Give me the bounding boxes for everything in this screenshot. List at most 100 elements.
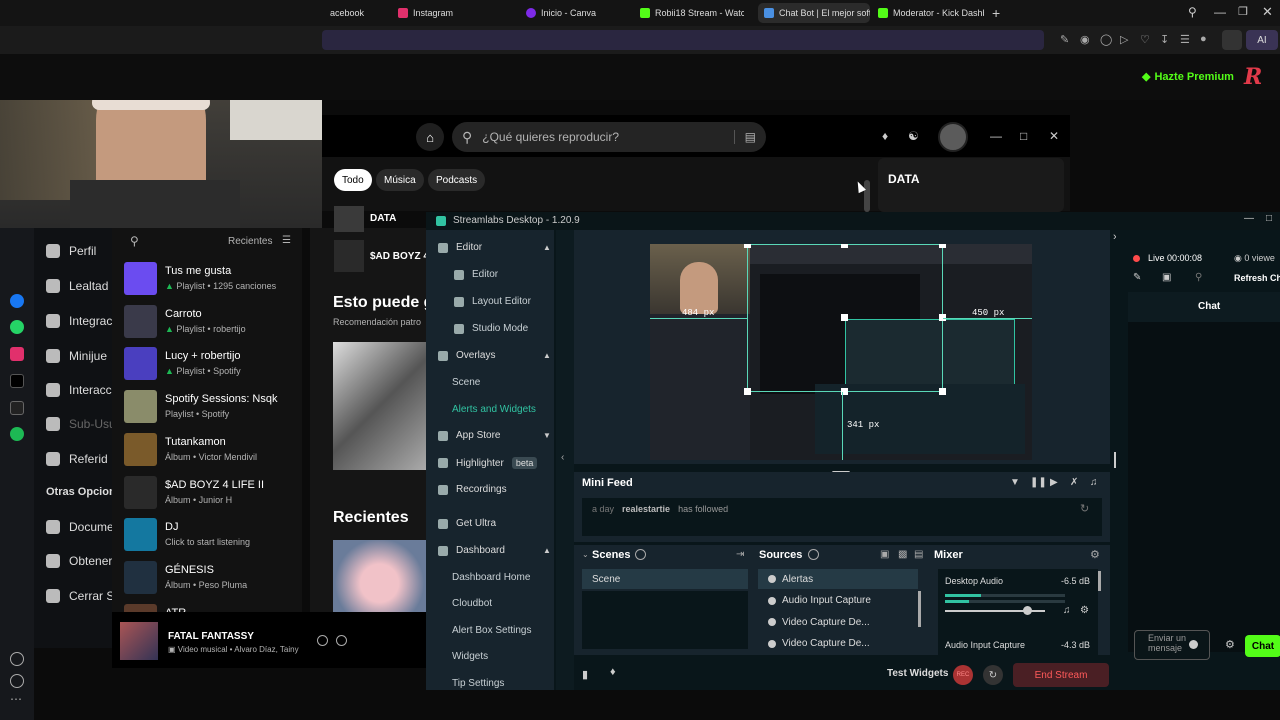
sl-nav-alert-box-settings[interactable]: Alert Box Settings	[452, 625, 531, 636]
folder-icon[interactable]: ▤	[914, 549, 923, 560]
source-item[interactable]: Audio Input Capture	[758, 591, 918, 611]
spotify-icon[interactable]	[10, 427, 24, 441]
edit-stream-icon[interactable]: ✎	[1133, 272, 1141, 283]
tab-moderator[interactable]: Moderator - Kick Dashbo	[872, 3, 984, 23]
resize-handle[interactable]	[939, 388, 946, 395]
extension-icon[interactable]	[1222, 30, 1242, 50]
pause-icon[interactable]: ❚❚	[1030, 477, 1047, 488]
tab-facebook[interactable]: acebook	[324, 3, 390, 23]
bell-icon[interactable]: ♦	[882, 129, 888, 143]
sl-nav-studio-mode[interactable]: Studio Mode	[454, 323, 528, 334]
instagram-icon[interactable]	[10, 347, 24, 361]
tab-chat-bot[interactable]: Chat Bot | El mejor softwa	[758, 3, 870, 23]
sl-nav-overlays[interactable]: Overlays ▲	[438, 350, 551, 361]
browse-icon[interactable]: ▤	[733, 130, 756, 144]
sl-nav-recordings[interactable]: Recordings	[438, 484, 507, 495]
shield-icon[interactable]: ◯	[1100, 33, 1112, 46]
layer-icon[interactable]: ▣	[880, 549, 889, 560]
close-icon[interactable]: ✕	[1049, 129, 1059, 143]
search-icon[interactable]: ⚲	[130, 234, 139, 248]
sl-nav-alerts-and-widgets[interactable]: Alerts and Widgets	[452, 404, 536, 415]
library-item[interactable]: Carroto ▲ Playlist • robertijo	[124, 304, 304, 341]
messenger-icon[interactable]	[10, 294, 24, 308]
kick-nav-item[interactable]: Referid	[46, 452, 108, 466]
group-icon[interactable]: ▩	[898, 549, 907, 560]
library-item[interactable]: Tutankamon Álbum • Victor Mendivil	[124, 432, 304, 469]
maximize-icon[interactable]: □	[1266, 213, 1272, 224]
library-item[interactable]: $AD BOYZ 4 LIFE II Álbum • Junior H	[124, 475, 304, 512]
maximize-icon[interactable]: □	[1020, 129, 1027, 143]
kick-nav-item[interactable]: Cerrar S	[46, 589, 114, 603]
sl-nav-widgets[interactable]: Widgets	[452, 651, 488, 662]
heart-icon[interactable]: ♡	[1140, 33, 1150, 46]
library-item[interactable]: Lucy + robertijo ▲ Playlist • Spotify	[124, 347, 304, 383]
add-scene-icon[interactable]	[635, 549, 646, 560]
heart-icon[interactable]	[10, 652, 24, 666]
share-icon[interactable]: ⚲	[1195, 272, 1202, 283]
test-widgets-button[interactable]: Test Widgets	[887, 668, 948, 679]
whatsapp-icon[interactable]	[10, 320, 24, 334]
feed-event[interactable]: a day realestartie has followed	[592, 504, 728, 514]
gear-icon[interactable]: ⚙	[1080, 605, 1089, 616]
minimize-icon[interactable]: —	[1244, 213, 1254, 224]
friends-icon[interactable]: ☯	[908, 129, 919, 143]
profile-icon[interactable]: ●	[1200, 33, 1207, 45]
quick-item-label[interactable]: $AD BOYZ 4	[370, 251, 429, 262]
resize-handle[interactable]	[841, 314, 848, 321]
tab-canva[interactable]: Inicio - Canva	[520, 3, 630, 23]
resize-handle[interactable]	[939, 244, 946, 248]
speaker-icon[interactable]: ♫	[1063, 605, 1071, 616]
sl-nav-tip-settings[interactable]: Tip Settings	[452, 678, 504, 689]
remove-icon[interactable]	[317, 635, 328, 646]
resize-handle[interactable]	[744, 388, 751, 395]
x-icon[interactable]	[10, 401, 24, 415]
kick-nav-item[interactable]: Lealtad	[46, 279, 108, 293]
library-item[interactable]: DJ Click to start listening	[124, 518, 304, 554]
history-icon[interactable]	[10, 674, 24, 688]
performance-icon[interactable]: ▮	[582, 668, 588, 681]
record-button[interactable]: REC	[953, 665, 973, 685]
camera-icon[interactable]: ◉	[1080, 33, 1090, 46]
chevron-up-icon[interactable]: ▲	[543, 351, 551, 360]
collapse-icon[interactable]: ⌄	[582, 550, 589, 559]
ai-button[interactable]: AI	[1246, 30, 1278, 50]
resize-handle[interactable]	[744, 244, 751, 248]
mixer-scrollbar[interactable]	[1098, 571, 1101, 591]
sources-scrollbar[interactable]	[918, 591, 921, 627]
download-icon[interactable]: ↧	[1160, 33, 1169, 46]
sort-recents[interactable]: Recientes	[228, 236, 272, 247]
chip-podcasts[interactable]: Podcasts	[428, 169, 486, 191]
skip-icon[interactable]: ▶	[1050, 477, 1058, 488]
chat-settings-icon[interactable]: ⚙	[1225, 638, 1235, 651]
source-item[interactable]: Video Capture De...	[758, 634, 918, 654]
end-stream-button[interactable]: End Stream	[1013, 663, 1109, 687]
play-icon[interactable]: ▷	[1120, 33, 1128, 46]
chevron-up-icon[interactable]: ▲	[543, 243, 551, 252]
list-view-icon[interactable]: ☰	[282, 235, 291, 246]
recent-cover[interactable]	[333, 540, 426, 612]
chevron-up-icon[interactable]: ▲	[543, 546, 551, 555]
video-icon[interactable]: ▣	[1162, 272, 1171, 283]
sl-nav-cloudbot[interactable]: Cloudbot	[452, 598, 492, 609]
minimize-icon[interactable]: —	[990, 129, 1002, 143]
refresh-chat-button[interactable]: Refresh Ch	[1234, 273, 1280, 283]
search-tabs-icon[interactable]: ⚲	[1188, 5, 1197, 19]
mute-alerts-icon[interactable]: ✗	[1070, 477, 1078, 488]
sl-nav-scene[interactable]: Scene	[452, 377, 480, 388]
close-window-icon[interactable]: ✕	[1262, 4, 1273, 20]
scrollbar[interactable]	[864, 180, 870, 212]
minimize-icon[interactable]: —	[1214, 5, 1226, 19]
replay-icon[interactable]: ↻	[1080, 502, 1089, 515]
sl-nav-get-ultra[interactable]: Get Ultra	[438, 518, 496, 529]
library-item[interactable]: Spotify Sessions: Nsqk Playlist • Spotify	[124, 390, 304, 426]
notification-icon[interactable]: ♦	[610, 666, 616, 678]
stream-preview[interactable]: 484 px 450 px 341 px	[650, 244, 1032, 460]
avatar[interactable]	[938, 122, 968, 152]
scene-item[interactable]: Scene	[582, 569, 748, 589]
volume-icon[interactable]: ♫	[1090, 477, 1098, 488]
now-playing-title[interactable]: FATAL FANTASSY	[168, 631, 254, 642]
menu-icon[interactable]: ☰	[1180, 33, 1190, 46]
chat-send-button[interactable]: Chat	[1245, 635, 1280, 657]
emoji-icon[interactable]	[1189, 640, 1198, 649]
address-bar[interactable]	[322, 30, 1044, 50]
